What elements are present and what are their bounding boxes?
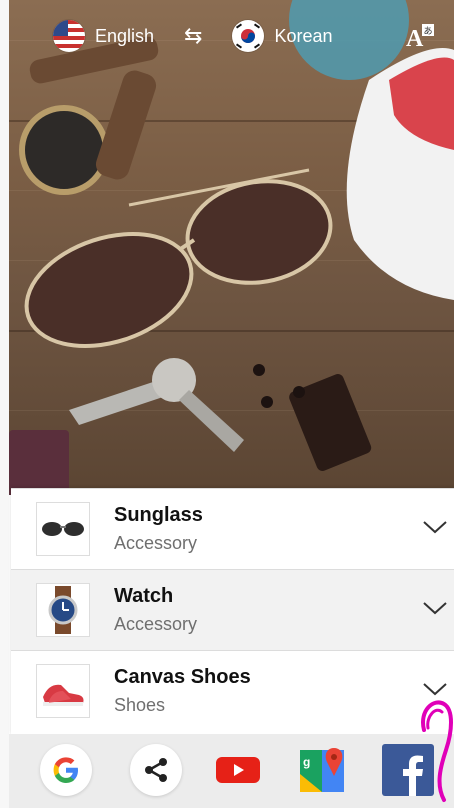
source-language-label: English <box>95 25 155 46</box>
google-maps-icon[interactable]: g <box>296 744 348 796</box>
svg-text:A: A <box>406 26 424 50</box>
list-item[interactable]: Watch Accessory <box>11 570 454 651</box>
sneakers-thumbnail <box>36 664 90 718</box>
language-bar: English ⇆ Korean A あ <box>9 14 454 58</box>
item-category: Shoes <box>114 695 166 715</box>
item-title: Sunglass <box>114 504 203 526</box>
watch-thumbnail <box>36 583 90 637</box>
bead <box>293 386 305 398</box>
sunglasses-thumbnail <box>36 502 90 556</box>
target-language-label: Korean <box>274 25 333 46</box>
sunglass-lens-left <box>24 232 194 348</box>
facebook-icon[interactable] <box>382 744 434 796</box>
chevron-down-icon[interactable] <box>422 679 448 699</box>
korea-flag-icon <box>232 20 265 52</box>
google-icon[interactable] <box>40 744 92 796</box>
source-language-selector[interactable]: English <box>53 20 154 52</box>
left-edge <box>0 0 9 808</box>
svg-text:g: g <box>303 755 310 769</box>
target-language-selector[interactable]: Korean <box>232 20 333 52</box>
photo-objects <box>9 0 454 495</box>
bead <box>253 364 265 376</box>
youtube-icon[interactable] <box>212 744 264 796</box>
camera-translate-screen: English ⇆ Korean A あ Sunglass Accessory … <box>0 0 454 808</box>
watch-strap <box>95 70 157 180</box>
bead <box>261 396 273 408</box>
us-flag-icon <box>53 20 85 52</box>
item-title: Canvas Shoes <box>114 666 251 688</box>
app-dock: g <box>9 734 454 808</box>
chevron-down-icon[interactable] <box>422 598 448 618</box>
list-item[interactable]: Canvas Shoes Shoes <box>11 651 454 731</box>
detected-objects-list: Sunglass Accessory Watch Accessory Canva… <box>11 488 454 735</box>
item-category: Accessory <box>114 533 198 553</box>
svg-text:あ: あ <box>424 26 433 37</box>
item-category: Accessory <box>114 614 198 634</box>
watch-face <box>19 105 109 195</box>
swap-arrows-icon[interactable]: ⇆ <box>184 23 202 49</box>
key <box>179 390 244 452</box>
text-translate-icon[interactable]: A あ <box>404 22 436 52</box>
list-item[interactable]: Sunglass Accessory <box>11 489 454 570</box>
share-icon[interactable] <box>130 744 182 796</box>
chevron-down-icon[interactable] <box>422 517 448 537</box>
passport <box>9 430 69 495</box>
captured-photo <box>9 0 454 495</box>
item-title: Watch <box>114 585 174 607</box>
sunglass-lens-right <box>185 179 333 285</box>
